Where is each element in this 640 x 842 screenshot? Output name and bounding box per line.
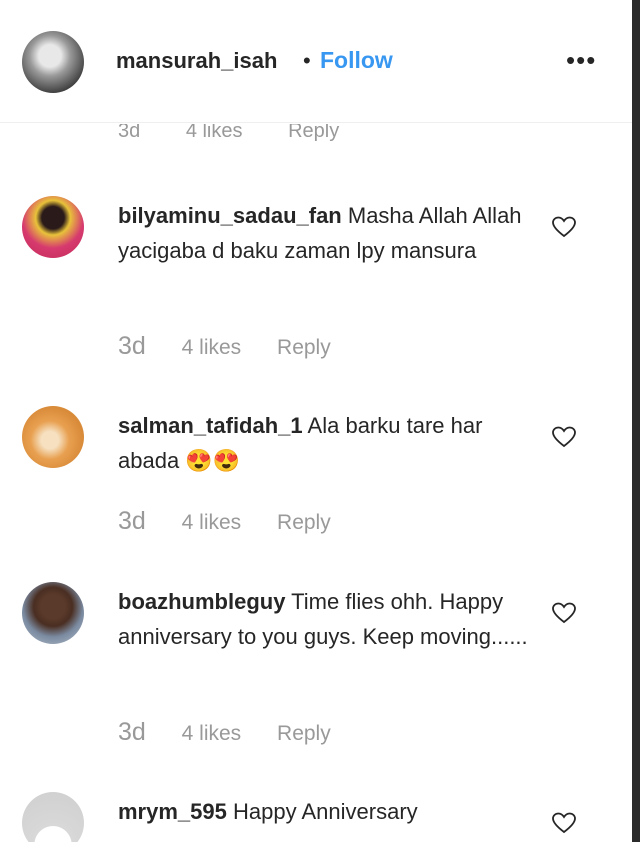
comment-likes[interactable]: 4 likes [186,124,243,143]
commenter-avatar[interactable] [22,582,84,644]
reply-button[interactable]: Reply [288,124,339,143]
header-separator: • [303,48,311,73]
more-options-icon[interactable]: ••• [566,47,596,73]
like-heart-icon[interactable] [552,216,576,238]
like-heart-icon[interactable] [552,812,576,834]
comment-body: boazhumbleguy Time flies ohh. Happy anni… [118,584,538,654]
commenter-avatar[interactable] [22,792,84,842]
scrollbar[interactable] [632,0,640,842]
comment-likes[interactable]: 4 likes [182,511,242,534]
post-header: mansurah_isah • Follow ••• [0,0,632,123]
commenter-username[interactable]: salman_tafidah_1 [118,413,303,438]
previous-comment-meta: 3d 4 likes Reply [118,124,379,146]
post-author-username[interactable]: mansurah_isah [116,48,277,74]
comment-meta: 3d 4 likes Reply [118,507,361,536]
commenter-username[interactable]: boazhumbleguy [118,589,285,614]
reply-button[interactable]: Reply [277,722,331,745]
comment-time: 3d [118,124,141,142]
like-heart-icon[interactable] [552,426,576,448]
comment-likes[interactable]: 4 likes [182,336,242,359]
comment-body: bilyaminu_sadau_fan Masha Allah Allah ya… [118,198,538,268]
like-heart-icon[interactable] [552,602,576,624]
comment-likes[interactable]: 4 likes [182,722,242,745]
comment-meta: 3d 4 likes Reply [118,332,361,361]
commenter-username[interactable]: mrym_595 [118,799,227,824]
commenter-username[interactable]: bilyaminu_sadau_fan [118,203,342,228]
comment-body: salman_tafidah_1 Ala barku tare har abad… [118,408,538,478]
comment-meta: 3d 4 likes Reply [118,718,361,747]
commenter-avatar[interactable] [22,406,84,468]
comment-body: mrym_595 Happy Anniversary [118,794,538,829]
comment-time: 3d [118,718,146,746]
comment-time: 3d [118,507,146,535]
post-author-avatar[interactable] [22,31,84,93]
comment-item: boazhumbleguy Time flies ohh. Happy anni… [0,582,632,752]
follow-button[interactable]: Follow [320,47,393,74]
comment-time: 3d [118,332,146,360]
comment-item: bilyaminu_sadau_fan Masha Allah Allah ya… [0,196,632,386]
comment-item: mrym_595 Happy Anniversary [0,792,632,842]
comment-item: salman_tafidah_1 Ala barku tare har abad… [0,406,632,546]
comment-text: Happy Anniversary [233,799,418,824]
reply-button[interactable]: Reply [277,336,331,359]
commenter-avatar[interactable] [22,196,84,258]
reply-button[interactable]: Reply [277,511,331,534]
